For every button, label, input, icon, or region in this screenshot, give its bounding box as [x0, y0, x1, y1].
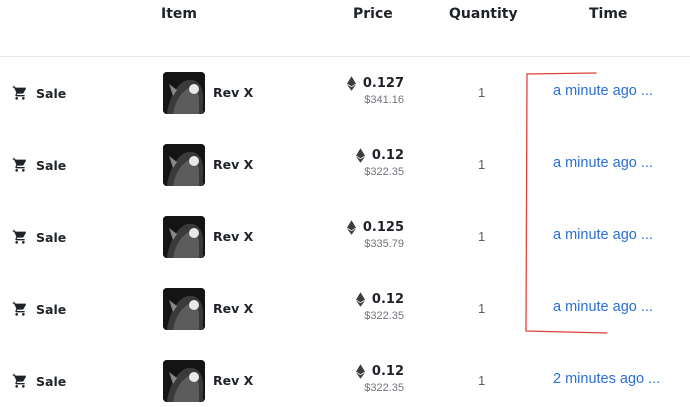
event-cell: Sale: [12, 157, 66, 173]
quantity: 1: [478, 157, 486, 172]
shopping-cart-icon: [12, 86, 27, 100]
price-eth: 0.127: [362, 76, 404, 91]
item-thumbnail[interactable]: [163, 144, 205, 186]
item-thumbnail[interactable]: [163, 360, 205, 402]
event-label: Sale: [36, 373, 67, 389]
price-cell: 0.12 $322.35: [355, 292, 404, 322]
ethereum-icon: [346, 220, 356, 235]
table-row: Sale Rev X 0.127 $341.16 1 a minute ago …: [0, 57, 690, 129]
event-cell: Sale: [12, 229, 66, 245]
price-eth: 0.12: [371, 364, 404, 379]
quantity: 1: [478, 85, 486, 100]
table-row: Sale Rev X 0.12 $322.35 1 2 minutes ago …: [0, 345, 690, 407]
event-label: Sale: [36, 229, 67, 245]
ethereum-icon: [355, 364, 365, 379]
event-label: Sale: [36, 157, 67, 173]
time-link[interactable]: a minute ago ...: [553, 227, 653, 243]
price-usd: $322.35: [364, 382, 404, 394]
event-cell: Sale: [12, 85, 66, 101]
header-item: Item: [161, 6, 197, 22]
price-usd: $341.16: [364, 94, 404, 106]
header-price: Price: [353, 6, 393, 22]
shopping-cart-icon: [12, 158, 27, 172]
table-header: Item Price Quantity Time: [0, 0, 690, 57]
ethereum-icon: [355, 148, 365, 163]
event-label: Sale: [36, 85, 67, 101]
table-row: Sale Rev X 0.12 $322.35 1 a minute ago .…: [0, 129, 690, 201]
price-eth: 0.12: [371, 292, 404, 307]
header-quantity: Quantity: [449, 6, 518, 22]
price-eth: 0.125: [362, 220, 404, 235]
event-cell: Sale: [12, 373, 66, 389]
price-eth: 0.12: [371, 148, 404, 163]
price-cell: 0.127 $341.16: [346, 76, 404, 106]
price-usd: $322.35: [364, 166, 404, 178]
time-link[interactable]: a minute ago ...: [553, 83, 653, 99]
item-name-link[interactable]: Rev X: [213, 85, 253, 100]
price-cell: 0.12 $322.35: [355, 148, 404, 178]
quantity: 1: [478, 373, 486, 388]
item-name-link[interactable]: Rev X: [213, 373, 253, 388]
time-link[interactable]: 2 minutes ago ...: [553, 371, 660, 387]
table-row: Sale Rev X 0.12 $322.35 1 a minute ago .…: [0, 273, 690, 345]
quantity: 1: [478, 301, 486, 316]
item-name-link[interactable]: Rev X: [213, 157, 253, 172]
shopping-cart-icon: [12, 230, 27, 244]
time-link[interactable]: a minute ago ...: [553, 299, 653, 315]
time-link[interactable]: a minute ago ...: [553, 155, 653, 171]
price-cell: 0.12 $322.35: [355, 364, 404, 394]
table-row: Sale Rev X 0.125 $335.79 1 a minute ago …: [0, 201, 690, 273]
item-name-link[interactable]: Rev X: [213, 301, 253, 316]
item-thumbnail[interactable]: [163, 72, 205, 114]
ethereum-icon: [346, 76, 356, 91]
shopping-cart-icon: [12, 302, 27, 316]
shopping-cart-icon: [12, 374, 27, 388]
ethereum-icon: [355, 292, 365, 307]
price-usd: $322.35: [364, 310, 404, 322]
item-thumbnail[interactable]: [163, 216, 205, 258]
item-name-link[interactable]: Rev X: [213, 229, 253, 244]
price-cell: 0.125 $335.79: [346, 220, 404, 250]
event-cell: Sale: [12, 301, 66, 317]
header-time: Time: [589, 6, 628, 22]
price-usd: $335.79: [364, 238, 404, 250]
event-label: Sale: [36, 301, 67, 317]
quantity: 1: [478, 229, 486, 244]
item-thumbnail[interactable]: [163, 288, 205, 330]
